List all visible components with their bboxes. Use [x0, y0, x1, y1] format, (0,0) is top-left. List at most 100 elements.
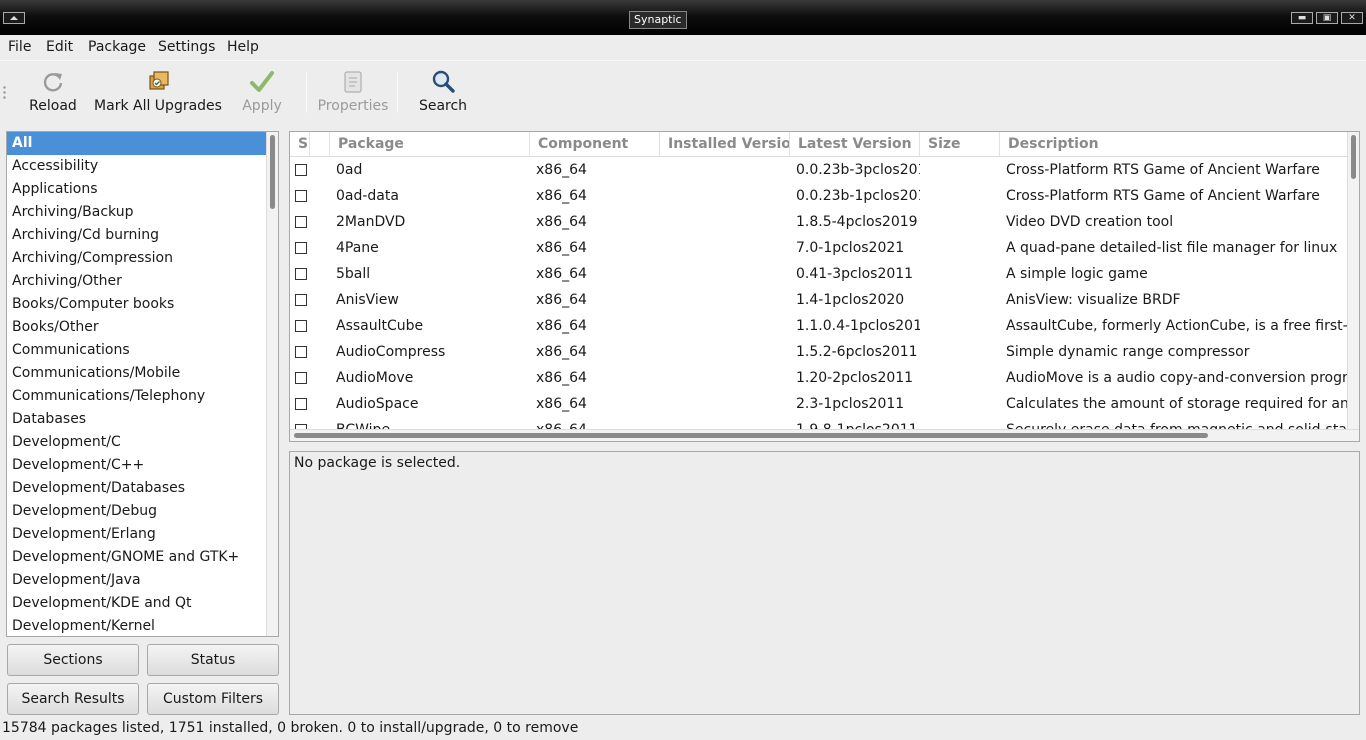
- search-button[interactable]: Search: [414, 61, 472, 123]
- menu-file[interactable]: File: [8, 39, 31, 55]
- cell-package: AnisView: [336, 292, 399, 308]
- scrollbar-thumb[interactable]: [1351, 135, 1356, 179]
- section-item[interactable]: All: [7, 132, 278, 155]
- reload-button[interactable]: Reload: [24, 61, 82, 123]
- toolbar-grip-icon[interactable]: [3, 85, 6, 101]
- menu-package[interactable]: Package: [88, 39, 146, 55]
- cell-package: 2ManDVD: [336, 214, 406, 230]
- cell-installed-version: [666, 339, 790, 365]
- window-menu-icon[interactable]: [3, 12, 25, 24]
- cell-description: AssaultCube, formerly ActionCube, is a f…: [1006, 318, 1349, 334]
- section-item[interactable]: Development/Erlang: [7, 523, 278, 546]
- section-item[interactable]: Archiving/Compression: [7, 247, 278, 270]
- table-row[interactable]: AudioMove x86_64 1.20-2pclos2011 AudioMove …: [290, 365, 1349, 391]
- section-item[interactable]: Databases: [7, 408, 278, 431]
- package-checkbox[interactable]: [295, 190, 307, 202]
- table-row[interactable]: AudioCompress x86_64 1.5.2-6pclos2011 Simpl…: [290, 339, 1349, 365]
- search-results-button[interactable]: Search Results: [7, 683, 139, 715]
- cell-component: x86_64: [536, 162, 587, 178]
- table-horizontal-scrollbar[interactable]: [290, 429, 1359, 441]
- section-item[interactable]: Communications/Mobile: [7, 362, 278, 385]
- table-vertical-scrollbar[interactable]: [1347, 132, 1359, 430]
- section-item[interactable]: Communications/Telephony: [7, 385, 278, 408]
- cell-description: AudioMove is a audio copy-and-conversion…: [1006, 370, 1349, 386]
- section-item[interactable]: Archiving/Backup: [7, 201, 278, 224]
- sections-button[interactable]: Sections: [7, 644, 139, 676]
- menu-bar: File Edit Package Settings Help: [0, 35, 1366, 60]
- minimize-icon[interactable]: ▬: [1291, 12, 1313, 24]
- section-item[interactable]: Development/KDE and Qt: [7, 592, 278, 615]
- cell-size: [926, 209, 1000, 235]
- cell-package: 0ad: [336, 162, 363, 178]
- custom-filters-button[interactable]: Custom Filters: [147, 683, 279, 715]
- section-item[interactable]: Development/Databases: [7, 477, 278, 500]
- column-package[interactable]: Package: [330, 132, 530, 157]
- column-installed-version[interactable]: Installed Version: [660, 132, 790, 157]
- package-checkbox[interactable]: [295, 372, 307, 384]
- section-item[interactable]: Development/C: [7, 431, 278, 454]
- package-checkbox[interactable]: [295, 164, 307, 176]
- section-item[interactable]: Communications: [7, 339, 278, 362]
- table-row[interactable]: AudioSpace x86_64 2.3-1pclos2011 Calculates…: [290, 391, 1349, 417]
- scrollbar-thumb[interactable]: [294, 433, 1208, 438]
- section-item[interactable]: Books/Computer books: [7, 293, 278, 316]
- mark-all-upgrades-button[interactable]: Mark All Upgrades: [94, 61, 222, 123]
- cell-size: [926, 365, 1000, 391]
- cell-size: [926, 157, 1000, 183]
- table-row[interactable]: AssaultCube x86_64 1.1.0.4-1pclos2012 Assau…: [290, 313, 1349, 339]
- section-item[interactable]: Development/Java: [7, 569, 278, 592]
- close-icon[interactable]: ✕: [1341, 12, 1363, 24]
- properties-icon: [344, 71, 362, 93]
- column-icon[interactable]: [310, 132, 330, 157]
- section-item[interactable]: Books/Other: [7, 316, 278, 339]
- column-latest-version[interactable]: Latest Version: [790, 132, 920, 157]
- column-size[interactable]: Size: [920, 132, 1000, 157]
- apply-button[interactable]: Apply: [236, 61, 288, 123]
- section-item[interactable]: Archiving/Cd burning: [7, 224, 278, 247]
- cell-package: AudioMove: [336, 370, 414, 386]
- section-item[interactable]: Development/C++: [7, 454, 278, 477]
- status-button[interactable]: Status: [147, 644, 279, 676]
- column-component[interactable]: Component: [530, 132, 660, 157]
- package-checkbox[interactable]: [295, 216, 307, 228]
- cell-latest-version: 1.20-2pclos2011: [796, 370, 914, 386]
- table-row[interactable]: 0ad x86_64 0.0.23b-3pclos2019 Cross-Platfor…: [290, 157, 1349, 183]
- cell-component: x86_64: [536, 318, 587, 334]
- package-checkbox[interactable]: [295, 346, 307, 358]
- column-description[interactable]: Description: [1000, 132, 1349, 157]
- package-checkbox[interactable]: [295, 294, 307, 306]
- package-checkbox[interactable]: [295, 268, 307, 280]
- cell-latest-version: 1.4-1pclos2020: [796, 292, 905, 308]
- section-item[interactable]: Applications: [7, 178, 278, 201]
- maximize-icon[interactable]: ▣: [1316, 12, 1338, 24]
- properties-button[interactable]: Properties: [314, 61, 392, 123]
- menu-edit[interactable]: Edit: [46, 39, 73, 55]
- package-table[interactable]: S Package Component Installed Version La…: [289, 131, 1360, 442]
- table-row[interactable]: 4Pane x86_64 7.0-1pclos2021 A quad-pane det…: [290, 235, 1349, 261]
- cell-latest-version: 1.5.2-6pclos2011: [796, 344, 918, 360]
- menu-settings[interactable]: Settings: [158, 39, 215, 55]
- table-row[interactable]: 0ad-data x86_64 0.0.23b-1pclos2018 Cross-Pl…: [290, 183, 1349, 209]
- section-item[interactable]: Development/GNOME and GTK+: [7, 546, 278, 569]
- package-checkbox[interactable]: [295, 242, 307, 254]
- cell-description: A simple logic game: [1006, 266, 1148, 282]
- column-status[interactable]: S: [290, 132, 310, 157]
- cell-installed-version: [666, 235, 790, 261]
- package-checkbox[interactable]: [295, 398, 307, 410]
- sections-scrollbar[interactable]: [266, 132, 278, 636]
- scrollbar-thumb[interactable]: [270, 135, 275, 209]
- menu-help[interactable]: Help: [227, 39, 259, 55]
- cell-installed-version: [666, 157, 790, 183]
- cell-size: [926, 287, 1000, 313]
- sections-list[interactable]: All Accessibility Applications Archiving/Ba…: [6, 131, 279, 637]
- table-row[interactable]: 5ball x86_64 0.41-3pclos2011 A simple logic…: [290, 261, 1349, 287]
- cell-latest-version: 2.3-1pclos2011: [796, 396, 905, 412]
- section-item[interactable]: Accessibility: [7, 155, 278, 178]
- package-checkbox[interactable]: [295, 320, 307, 332]
- section-item[interactable]: Development/Kernel: [7, 615, 278, 636]
- table-row[interactable]: AnisView x86_64 1.4-1pclos2020 AnisView: vi…: [290, 287, 1349, 313]
- table-row[interactable]: 2ManDVD x86_64 1.8.5-4pclos2019 Video DVD c…: [290, 209, 1349, 235]
- section-item[interactable]: Archiving/Other: [7, 270, 278, 293]
- cell-component: x86_64: [536, 240, 587, 256]
- section-item[interactable]: Development/Debug: [7, 500, 278, 523]
